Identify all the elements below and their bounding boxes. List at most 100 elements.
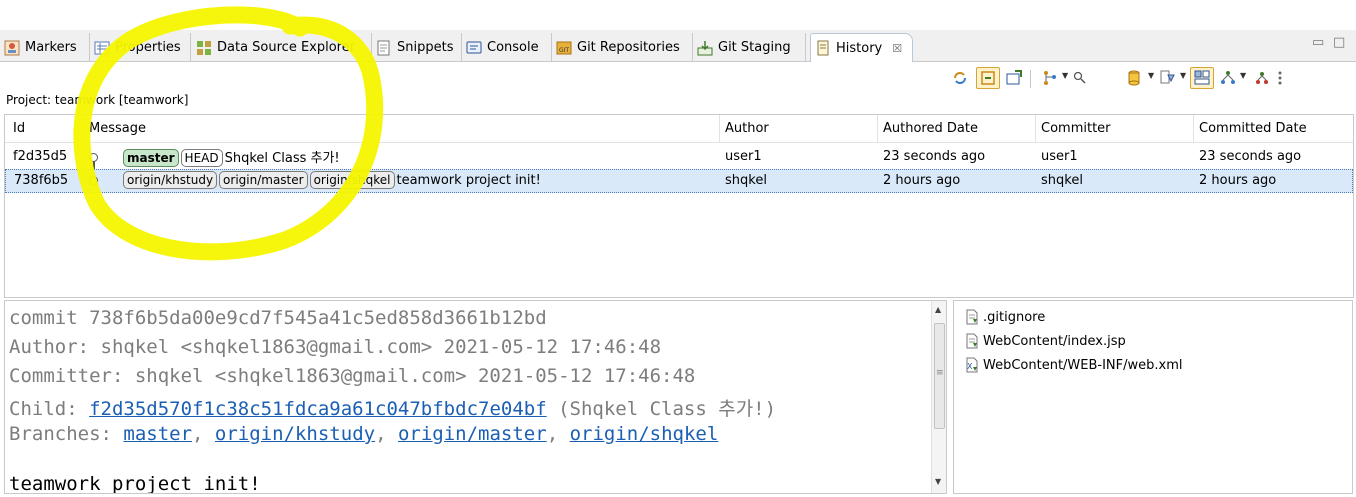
commit-message-cell: master HEAD Shqkel Class 추가! — [123, 147, 340, 167]
ref-badge-origin-khstudy: origin/khstudy — [123, 171, 218, 189]
committed-date-cell: 23 seconds ago — [1199, 149, 1302, 164]
tab-data-source-explorer[interactable]: Data Source Explorer — [196, 33, 372, 62]
file-name: .gitignore — [983, 309, 1046, 325]
chevron-down-icon[interactable]: ▼ — [1062, 71, 1068, 80]
tab-properties[interactable]: Properties — [94, 33, 191, 62]
authored-date-cell: 23 seconds ago — [883, 149, 986, 164]
child-line: Child: f2d35d570f1c38c51fdca9a61c047bfbd… — [9, 394, 776, 421]
column-header-message[interactable]: Message — [89, 121, 146, 136]
commit-hash-line: commit 738f6b5da00e9cd7f545a41c5ed858d36… — [9, 307, 547, 329]
commit-message-cell: origin/khstudy origin/master origin/shqkel… — [123, 171, 541, 189]
tab-label: Git Staging — [718, 40, 791, 55]
chevron-down-icon[interactable]: ▼ — [1148, 71, 1154, 80]
list-item[interactable]: WebContent/index.jsp — [964, 333, 1126, 349]
ref-badge-master: master — [123, 149, 179, 167]
committed-date-cell: 2 hours ago — [1199, 173, 1277, 188]
commit-graph-node — [89, 176, 98, 185]
column-divider[interactable] — [1035, 115, 1036, 143]
minimize-icon[interactable]: ▭ — [1312, 35, 1324, 50]
column-header-authored-date[interactable]: Authored Date — [883, 121, 978, 136]
commit-details-pane[interactable]: commit 738f6b5da00e9cd7f545a41c5ed858d36… — [4, 300, 947, 494]
show-all-branches-icon[interactable] — [1252, 69, 1272, 87]
svg-text:X: X — [967, 362, 973, 371]
branch-filter-icon[interactable] — [1040, 69, 1060, 87]
column-divider[interactable] — [719, 115, 720, 143]
git-repositories-icon: GIT — [556, 40, 572, 56]
text-file-icon — [964, 309, 980, 325]
tab-label: Data Source Explorer — [217, 40, 356, 55]
tab-label: Snippets — [397, 40, 454, 55]
tab-label: History — [836, 40, 883, 56]
authored-date-cell: 2 hours ago — [883, 173, 961, 188]
view-menu-icon[interactable] — [1275, 69, 1285, 87]
tab-label: Git Repositories — [577, 40, 680, 55]
child-commit-link[interactable]: f2d35d570f1c38c51fdca9a61c047bfbdc7e04bf — [89, 398, 547, 420]
history-icon — [815, 40, 831, 56]
commit-id: f2d35d5 — [13, 149, 68, 164]
scroll-down-icon[interactable]: ▼ — [935, 477, 941, 486]
chevron-down-icon[interactable]: ▼ — [1180, 71, 1186, 80]
ref-badge-origin-master: origin/master — [219, 171, 308, 189]
tab-snippets[interactable]: Snippets — [376, 33, 462, 62]
column-header-committed-date[interactable]: Committed Date — [1199, 121, 1307, 136]
changed-files-pane: .gitignore WebContent/index.jsp X WebCon… — [953, 300, 1353, 494]
close-icon[interactable]: ☒ — [892, 42, 902, 55]
column-divider[interactable] — [1193, 115, 1194, 143]
search-icon[interactable] — [1070, 69, 1090, 87]
commit-message: teamwork project init! — [396, 173, 541, 188]
details-scrollbar[interactable]: ▲ ≡ ▼ — [931, 301, 946, 493]
column-header-committer[interactable]: Committer — [1041, 121, 1111, 136]
commit-message-body: teamwork project init! — [9, 473, 261, 494]
column-divider[interactable] — [81, 115, 82, 143]
commit-graph-node — [89, 153, 98, 162]
column-header-author[interactable]: Author — [725, 121, 769, 136]
tab-git-staging[interactable]: Git Staging — [697, 33, 806, 62]
tab-git-repositories[interactable]: GIT Git Repositories — [556, 33, 693, 62]
branch-link-origin-master[interactable]: origin/master — [398, 423, 547, 445]
tab-console[interactable]: Console — [466, 33, 552, 62]
author-line: Author: shqkel <shqkel1863@gmail.com> 20… — [9, 336, 662, 358]
pin-view-icon[interactable] — [1004, 69, 1024, 87]
tab-markers[interactable]: Markers — [4, 33, 90, 62]
branches-line: Branches: master, origin/khstudy, origin… — [9, 423, 718, 445]
maximize-icon[interactable]: □ — [1333, 35, 1345, 50]
show-revision-details-icon[interactable] — [1190, 67, 1214, 89]
committer-cell: user1 — [1041, 149, 1078, 164]
git-staging-icon — [697, 40, 713, 56]
list-item[interactable]: .gitignore — [964, 309, 1045, 325]
file-name: WebContent/WEB-INF/web.xml — [983, 357, 1183, 373]
column-divider[interactable] — [877, 115, 878, 143]
tab-history[interactable]: History ☒ — [810, 33, 913, 62]
toolbar-separator — [1030, 70, 1031, 88]
list-item[interactable]: X WebContent/WEB-INF/web.xml — [964, 357, 1183, 373]
author-cell: user1 — [725, 149, 762, 164]
compare-mode-icon[interactable] — [1158, 69, 1178, 87]
refresh-compare-icon[interactable] — [950, 69, 970, 87]
table-row-selected[interactable]: 738f6b5 origin/khstudy origin/master origi… — [5, 169, 1353, 193]
author-cell: shqkel — [725, 173, 767, 188]
scroll-up-icon[interactable]: ▲ — [935, 305, 941, 314]
branch-link-master[interactable]: master — [123, 423, 192, 445]
snippets-icon — [376, 40, 392, 56]
file-name: WebContent/index.jsp — [983, 333, 1126, 349]
console-icon — [466, 40, 482, 56]
markers-icon — [4, 40, 20, 56]
table-row[interactable]: f2d35d5 master HEAD Shqkel Class 추가! user1… — [5, 145, 1353, 169]
commit-id: 738f6b5 — [14, 173, 69, 188]
repository-filter-icon[interactable] — [1124, 69, 1144, 87]
ref-badge-head: HEAD — [180, 149, 223, 167]
chevron-down-icon[interactable]: ▼ — [1240, 71, 1246, 80]
branch-separator: , — [375, 423, 398, 445]
branch-link-origin-khstudy[interactable]: origin/khstudy — [215, 423, 375, 445]
committer-cell: shqkel — [1041, 173, 1083, 188]
column-header-id[interactable]: Id — [13, 121, 25, 136]
collapse-all-icon[interactable] — [1218, 69, 1238, 87]
link-with-selection-icon[interactable] — [976, 67, 1000, 89]
properties-icon — [94, 40, 110, 56]
tab-label: Markers — [25, 40, 77, 55]
child-summary: (Shqkel Class 추가!) — [546, 398, 777, 420]
branch-link-origin-shqkel[interactable]: origin/shqkel — [570, 423, 719, 445]
data-source-explorer-icon — [196, 40, 212, 56]
committer-line: Committer: shqkel <shqkel1863@gmail.com>… — [9, 365, 696, 387]
jsp-file-icon — [964, 333, 980, 349]
